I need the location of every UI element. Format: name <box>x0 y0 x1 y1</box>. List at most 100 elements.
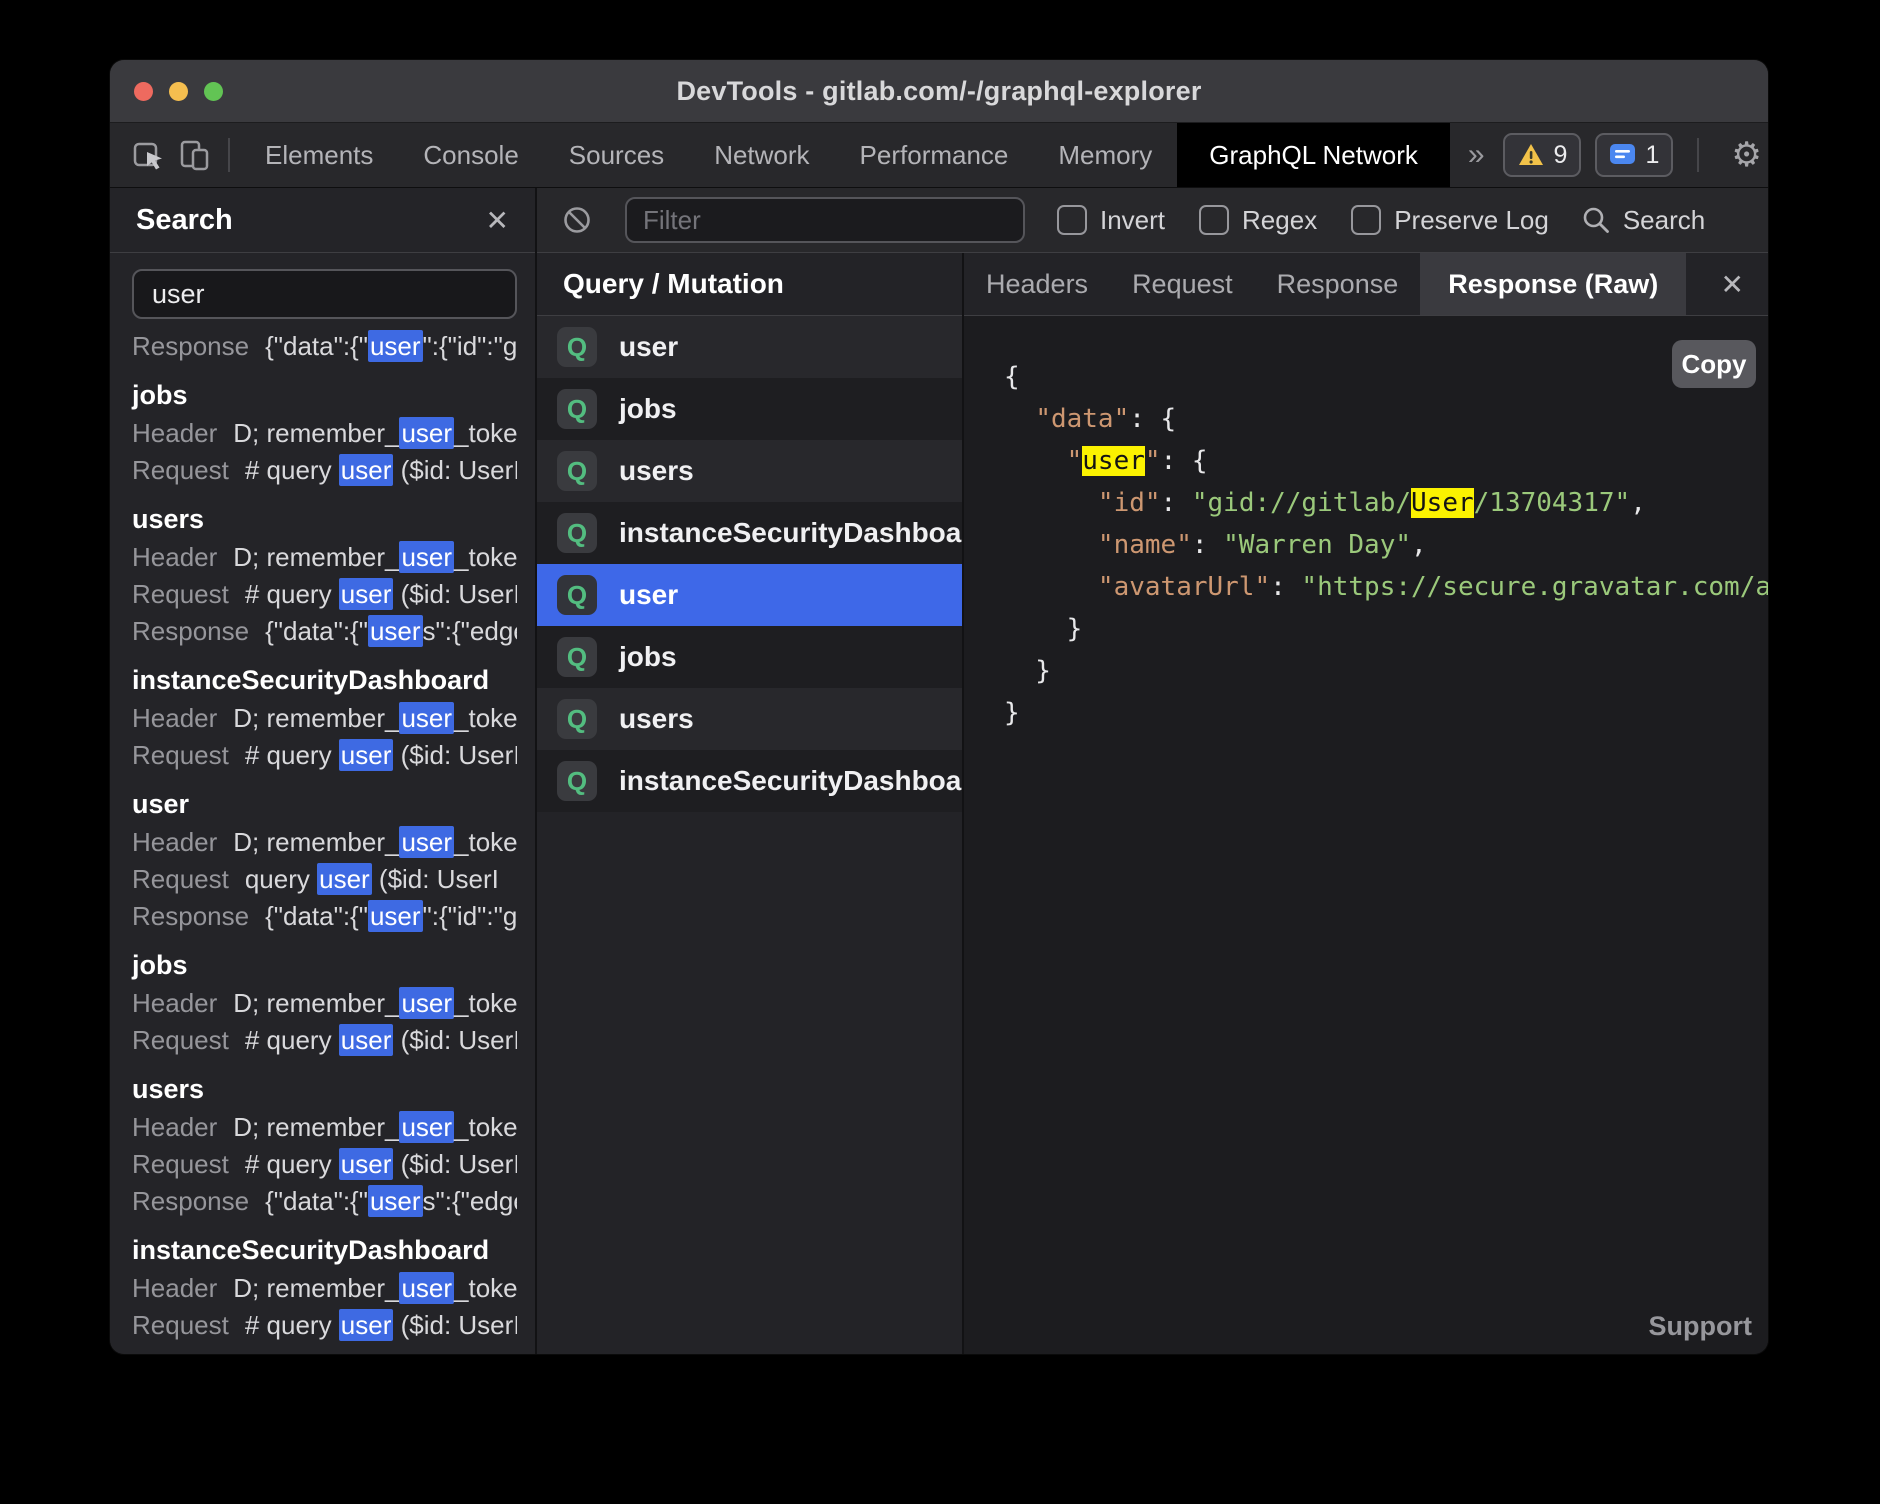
text-segment: } <box>1004 614 1082 644</box>
result-field-label: Request <box>132 1025 229 1055</box>
search-icon <box>1581 205 1611 235</box>
block-icon[interactable] <box>561 204 593 236</box>
close-window-button[interactable] <box>134 82 153 101</box>
text-segment: "Warren Day" <box>1223 530 1411 560</box>
gear-icon[interactable]: ⚙ <box>1723 138 1768 172</box>
search-result-row[interactable]: HeaderD; remember_user_token=e <box>132 824 517 861</box>
search-section-title: jobs <box>132 375 517 415</box>
tab-elements[interactable]: Elements <box>240 123 398 187</box>
text-segment <box>1004 488 1098 518</box>
search-result-row[interactable]: Request# query user ($id: UserI <box>132 1022 517 1059</box>
query-list-item[interactable]: Quser <box>537 316 962 378</box>
checkbox-invert[interactable]: Invert <box>1057 205 1165 236</box>
tab-memory[interactable]: Memory <box>1033 123 1177 187</box>
search-panel-body: Response{"data":{"user":{"id":"gijobsHea… <box>110 253 535 1354</box>
search-result-row[interactable]: HeaderD; remember_user_token=e <box>132 1270 517 1307</box>
search-result-row[interactable]: Request# query user ($id: UserI <box>132 737 517 774</box>
messages-badge[interactable]: 1 <box>1595 133 1673 177</box>
query-list-item[interactable]: Qusers <box>537 688 962 750</box>
query-list-item[interactable]: Quser <box>537 564 962 626</box>
query-item-label: instanceSecurityDashboard <box>619 517 962 549</box>
query-list-item[interactable]: Qjobs <box>537 378 962 440</box>
query-q-badge-icon: Q <box>557 451 597 491</box>
result-field-value: D; remember_user_token=e <box>233 1272 517 1304</box>
warnings-badge[interactable]: 9 <box>1503 133 1582 177</box>
search-result-row[interactable]: Response{"data":{"user":{"id":"gi <box>132 328 517 365</box>
checkbox-preserve-log[interactable]: Preserve Log <box>1351 205 1549 236</box>
filter-checkboxes: Invert Regex Preserve Log <box>1057 205 1549 236</box>
search-result-row[interactable]: Response{"data":{"users":{"edges <box>132 613 517 650</box>
text-segment: _token=e <box>454 1112 517 1142</box>
text-segment: , <box>1630 488 1646 518</box>
text-segment: : { <box>1161 446 1208 476</box>
response-tabs: HeadersRequestResponseResponse (Raw) <box>964 253 1686 315</box>
text-segment: user <box>1082 446 1145 476</box>
text-segment: D; remember_ <box>233 827 399 857</box>
filter-search[interactable]: Search <box>1581 205 1705 236</box>
result-field-label: Header <box>132 542 217 572</box>
search-result-row[interactable]: Request# query user ($id: UserI <box>132 452 517 489</box>
text-segment: user <box>368 615 423 647</box>
json-line: "name": "Warren Day", <box>1004 524 1768 566</box>
warning-icon <box>1517 142 1545 168</box>
text-segment: # query <box>245 579 339 609</box>
text-segment: : { <box>1129 404 1176 434</box>
devtools-tabs: ElementsConsoleSourcesNetworkPerformance… <box>240 123 1177 187</box>
search-result-row[interactable]: Requestquery user ($id: UserI <box>132 861 517 898</box>
minimize-window-button[interactable] <box>169 82 188 101</box>
close-icon[interactable]: ✕ <box>1721 268 1744 301</box>
result-field-label: Request <box>132 740 229 770</box>
text-segment: # query <box>245 1310 339 1340</box>
tab-console[interactable]: Console <box>398 123 543 187</box>
tab-graphql-network[interactable]: GraphQL Network <box>1177 123 1450 187</box>
response-body: { "data": { "user": { "id": "gid://gitla… <box>964 316 1768 1354</box>
search-result-row[interactable]: HeaderD; remember_user_token=e <box>132 539 517 576</box>
text-segment: "avatarUrl" <box>1098 572 1270 602</box>
query-list-item[interactable]: Qusers <box>537 440 962 502</box>
text-segment: user <box>368 330 423 362</box>
filter-input[interactable] <box>625 197 1025 243</box>
search-result-row[interactable]: Response{"data":{"users":{"edges <box>132 1183 517 1220</box>
search-result-row[interactable]: Response{"data":{"user":{"id":"gid <box>132 898 517 935</box>
search-result-row[interactable]: Request# query user ($id: UserI <box>132 1146 517 1183</box>
inspect-element-icon[interactable] <box>126 132 172 178</box>
result-field-label: Request <box>132 579 229 609</box>
text-segment: ($id: UserI <box>393 1025 517 1055</box>
search-result-row[interactable]: HeaderD; remember_user_token=e <box>132 700 517 737</box>
window-title: DevTools - gitlab.com/-/graphql-explorer <box>676 76 1201 107</box>
query-q-badge-icon: Q <box>557 513 597 553</box>
search-result-row[interactable]: Request# query user ($id: UserI <box>132 576 517 613</box>
search-result-row[interactable]: HeaderD; remember_user_token=e <box>132 1109 517 1146</box>
text-segment: " <box>1067 446 1083 476</box>
support-link[interactable]: Support <box>1649 1311 1752 1342</box>
response-tab-headers[interactable]: Headers <box>964 253 1110 315</box>
checkbox-regex[interactable]: Regex <box>1199 205 1317 236</box>
device-toolbar-icon[interactable] <box>172 132 218 178</box>
tab-network[interactable]: Network <box>689 123 834 187</box>
query-list-item[interactable]: QinstanceSecurityDashboard <box>537 502 962 564</box>
more-tabs-icon[interactable]: » <box>1450 138 1503 172</box>
close-icon[interactable]: ✕ <box>486 204 509 237</box>
search-input[interactable] <box>132 269 517 319</box>
query-list-item[interactable]: Qjobs <box>537 626 962 688</box>
query-q-badge-icon: Q <box>557 637 597 677</box>
text-segment: , <box>1411 530 1427 560</box>
response-tab-response[interactable]: Response <box>1255 253 1421 315</box>
response-tab-response-raw-[interactable]: Response (Raw) <box>1420 253 1686 315</box>
result-field-value: D; remember_user_token=e <box>233 987 517 1019</box>
search-result-row[interactable]: Request# query user ($id: UserI <box>132 1307 517 1344</box>
tab-performance[interactable]: Performance <box>835 123 1034 187</box>
filter-search-label: Search <box>1623 205 1705 236</box>
result-field-value: D; remember_user_token=e <box>233 702 517 734</box>
text-segment: user <box>399 541 454 573</box>
search-result-row[interactable]: HeaderD; remember_user_token=e <box>132 415 517 452</box>
response-tab-request[interactable]: Request <box>1110 253 1255 315</box>
text-segment: _token=e <box>454 988 517 1018</box>
tab-sources[interactable]: Sources <box>544 123 689 187</box>
query-list-item[interactable]: QinstanceSecurityDashboard <box>537 750 962 812</box>
text-segment: ($id: UserI <box>372 864 499 894</box>
search-result-row[interactable]: HeaderD; remember_user_token=e <box>132 985 517 1022</box>
zoom-window-button[interactable] <box>204 82 223 101</box>
toolbar-divider <box>1697 138 1699 172</box>
copy-button[interactable]: Copy <box>1672 340 1756 388</box>
